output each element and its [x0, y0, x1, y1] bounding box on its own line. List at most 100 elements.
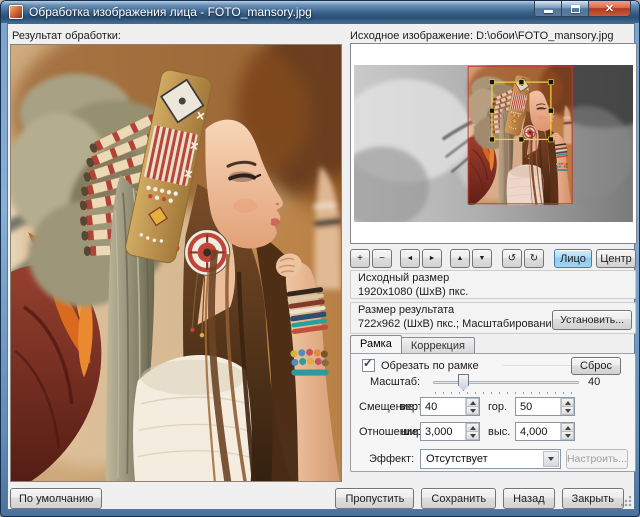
result-photo: [10, 44, 342, 482]
source-image-box[interactable]: [350, 43, 637, 244]
spinner-up-icon: [564, 425, 571, 430]
tabstrip: Рамка Коррекция: [350, 335, 475, 353]
scale-value: 40: [588, 376, 601, 388]
offset-vert-input[interactable]: [421, 398, 465, 415]
ratio-height-spinner: [560, 423, 574, 440]
arrow-down-icon: ▼: [478, 255, 486, 262]
move-up-button[interactable]: ▲: [450, 249, 470, 268]
move-right-button[interactable]: ►: [422, 249, 442, 268]
save-button[interactable]: Сохранить: [421, 488, 497, 509]
minimize-button[interactable]: [534, 1, 562, 17]
close-window-button[interactable]: Закрыть: [561, 488, 624, 509]
crop-checkbox[interactable]: ✓: [362, 356, 375, 372]
move-left-button[interactable]: ◄: [400, 249, 420, 268]
spinner-down-button[interactable]: [561, 407, 574, 415]
footer-buttons: Пропустить Сохранить Назад Закрыть: [335, 488, 624, 509]
zoom-out-icon: −: [379, 253, 385, 264]
effect-dropdown[interactable]: Отсутствует: [420, 449, 561, 469]
rotate-cw-icon: ↻: [529, 253, 539, 264]
frame-tab-panel: ✓ Обрезать по рамке Сброс Масштаб: 40 См…: [350, 353, 636, 472]
ratio-width-field: [420, 422, 480, 441]
scale-slider[interactable]: [433, 374, 579, 391]
back-button[interactable]: Назад: [503, 488, 555, 509]
offset-hor-input[interactable]: [516, 398, 560, 415]
spinner-up-button[interactable]: [561, 423, 574, 432]
effect-label: Эффект:: [369, 453, 415, 465]
ratio-height-field: [515, 422, 575, 441]
spinner-up-button[interactable]: [466, 423, 479, 432]
tab-correction[interactable]: Коррекция: [400, 337, 475, 353]
reset-button[interactable]: Сброс: [571, 357, 621, 375]
zoom-out-button[interactable]: −: [372, 249, 392, 268]
crop-checkbox-label[interactable]: Обрезать по рамке: [381, 360, 479, 372]
rotate-ccw-button[interactable]: ↺: [502, 249, 522, 268]
spinner-down-button[interactable]: [466, 432, 479, 440]
maximize-icon: [570, 4, 580, 13]
source-label: Исходное изображение: D:\обои\FOTO_manso…: [350, 30, 614, 42]
spinner-up-icon: [564, 400, 571, 405]
offset-vert-field: [420, 397, 480, 416]
arrow-left-icon: ◄: [406, 255, 414, 262]
ratio-height-label: выс.: [488, 426, 511, 438]
spinner-down-icon: [564, 408, 571, 413]
tab-frame[interactable]: Рамка: [350, 335, 402, 353]
configure-button[interactable]: Настроить...: [566, 449, 628, 469]
caption-buttons: ✕: [534, 1, 631, 17]
navigation-toolbar: + − ◄ ► ▲ ▼ ↺ ↻ Лицо Центр: [350, 249, 636, 268]
spinner-up-icon: [469, 425, 476, 430]
effect-selected-value: Отсутствует: [426, 453, 488, 465]
result-size-title: Размер результата: [358, 304, 455, 316]
offset-hor-spinner: [560, 398, 574, 415]
spinner-down-button[interactable]: [561, 432, 574, 440]
app-window: Обработка изображения лица - FOTO_mansor…: [0, 0, 640, 517]
separator-line: [503, 365, 571, 367]
arrow-up-icon: ▲: [456, 255, 464, 262]
ratio-width-input[interactable]: [421, 423, 465, 440]
spinner-down-icon: [564, 433, 571, 438]
ratio-height-input[interactable]: [516, 423, 560, 440]
spinner-down-button[interactable]: [466, 407, 479, 415]
set-size-button[interactable]: Установить...: [552, 310, 632, 330]
check-icon: ✓: [363, 356, 374, 370]
source-photo-image[interactable]: [354, 65, 633, 222]
result-photo-image: [11, 45, 341, 481]
rotate-cw-button[interactable]: ↻: [524, 249, 544, 268]
client-area: Результат обработки: По умолчанию Исходн…: [7, 23, 637, 510]
close-icon: ✕: [604, 2, 615, 15]
slider-track[interactable]: [433, 381, 579, 384]
source-size-title: Исходный размер: [358, 272, 450, 284]
rotate-ccw-icon: ↺: [507, 253, 517, 264]
minimize-icon: [543, 9, 553, 13]
resize-grip[interactable]: [621, 496, 633, 508]
crop-rectangle[interactable]: [467, 65, 573, 205]
zoom-in-button[interactable]: +: [350, 249, 370, 268]
face-button[interactable]: Лицо: [554, 249, 592, 268]
result-size-group: Размер результата 722x962 (ШхВ) пкс.; Ма…: [350, 302, 636, 334]
titlebar[interactable]: Обработка изображения лица - FOTO_mansor…: [1, 1, 639, 23]
offset-hor-label: гор.: [488, 401, 508, 413]
source-size-group: Исходный размер 1920x1080 (ШхВ) пкс.: [350, 270, 636, 299]
maximize-button[interactable]: [562, 1, 589, 17]
spinner-down-icon: [469, 408, 476, 413]
window-title: Обработка изображения лица - FOTO_mansor…: [29, 5, 312, 19]
ratio-width-spinner: [465, 423, 479, 440]
move-down-button[interactable]: ▼: [472, 249, 492, 268]
default-button[interactable]: По умолчанию: [10, 488, 103, 509]
center-button[interactable]: Центр: [596, 249, 636, 268]
skip-button[interactable]: Пропустить: [335, 488, 415, 509]
dropdown-button[interactable]: [543, 451, 559, 467]
slider-thumb[interactable]: [458, 374, 469, 391]
spinner-up-button[interactable]: [561, 398, 574, 407]
offset-vert-spinner: [465, 398, 479, 415]
spinner-up-button[interactable]: [466, 398, 479, 407]
arrow-right-icon: ►: [428, 255, 436, 262]
slider-ticks: [435, 392, 578, 394]
app-icon[interactable]: [9, 5, 23, 19]
result-label: Результат обработки:: [12, 30, 121, 42]
spinner-up-icon: [469, 400, 476, 405]
dropdown-arrow-icon: [548, 457, 554, 461]
offset-hor-field: [515, 397, 575, 416]
source-size-value: 1920x1080 (ШхВ) пкс.: [358, 286, 469, 298]
close-button[interactable]: ✕: [589, 1, 631, 17]
scale-label: Масштаб:: [370, 376, 421, 388]
